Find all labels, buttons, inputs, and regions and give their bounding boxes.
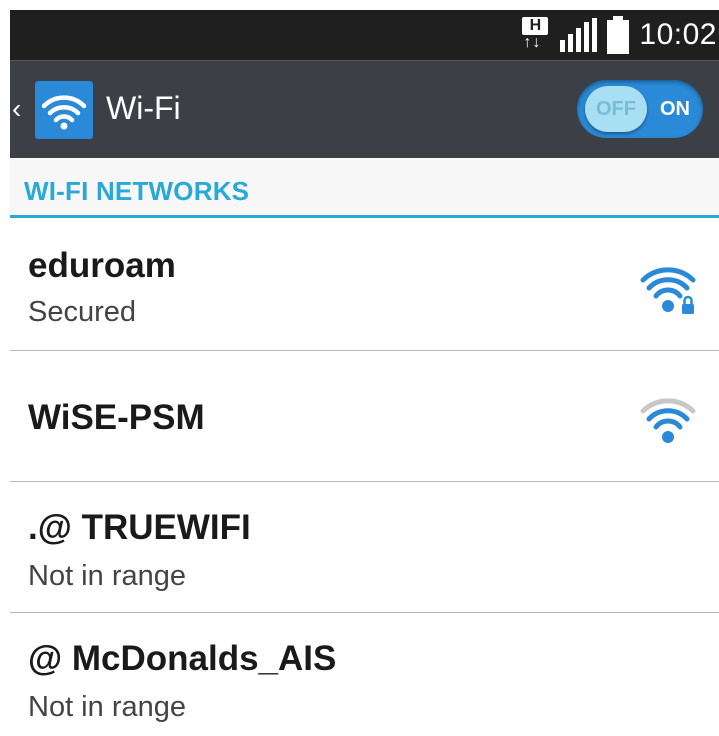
wifi-icon [41,95,87,130]
wifi-settings-icon[interactable] [35,81,93,139]
network-type-label: H [522,17,549,35]
cell-signal-icon [560,18,598,52]
status-indicators: H ↑↓ 10:02 [520,10,717,60]
page-title: Wi-Fi [106,90,181,126]
mobile-data-icon: H ↑↓ [520,17,550,53]
network-name: .@ TRUEWIFI [28,508,251,547]
network-item-wise-psm[interactable]: WiSE-PSM [10,351,719,482]
network-name: WiSE-PSM [28,398,205,437]
chevron-left-icon[interactable]: ‹ [12,95,21,123]
wifi-toggle[interactable]: OFF ON [577,80,703,138]
toggle-on-label: ON [660,98,690,120]
network-item-eduroam[interactable]: eduroam Secured [10,218,719,351]
wifi-locked-icon [640,267,696,314]
network-status: Not in range [28,691,186,723]
toggle-off-label: OFF [585,86,647,132]
wifi-icon [640,398,696,443]
network-item-mcdonalds-ais[interactable]: @ McDonalds_AIS Not in range [10,613,719,736]
action-bar: ‹ Wi-Fi OFF ON [10,60,719,159]
battery-icon [607,16,630,54]
status-bar: H ↑↓ 10:02 [10,10,719,60]
section-header: WI-FI NETWORKS [10,158,719,218]
network-name: @ McDonalds_AIS [28,639,337,678]
network-name: eduroam [28,246,176,285]
network-item-truewifi[interactable]: .@ TRUEWIFI Not in range [10,482,719,613]
status-time: 10:02 [639,18,717,51]
section-title: WI-FI NETWORKS [24,176,250,206]
data-activity-arrows: ↑↓ [523,34,542,51]
network-status: Not in range [28,560,186,592]
network-status: Secured [28,296,137,328]
